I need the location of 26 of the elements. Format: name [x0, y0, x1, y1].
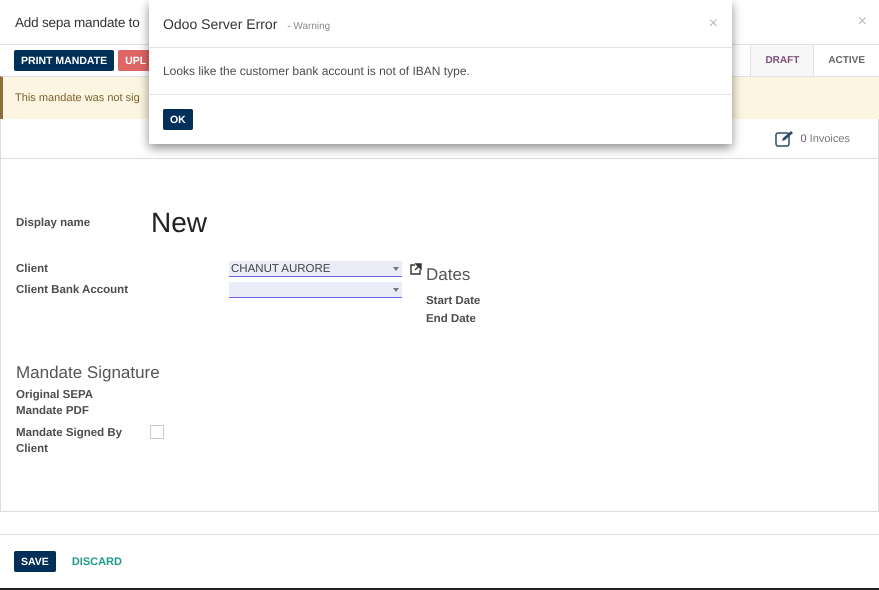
dialog-title: Odoo Server Error - Warning: [163, 16, 330, 32]
field-label: Original SEPA Mandate PDF: [16, 388, 94, 419]
checkbox[interactable]: [150, 425, 164, 439]
field-label: Client Bank Account: [16, 284, 130, 296]
discard-link[interactable]: DISCARD: [72, 556, 122, 568]
caret-icon: [393, 266, 399, 270]
field-label: Display name: [16, 217, 92, 229]
edit-icon: [775, 130, 794, 147]
field-label: Mandate Signed By Client: [16, 426, 124, 457]
field-label: Client: [16, 263, 49, 275]
print-button[interactable]: PRINT MANDATE: [14, 50, 114, 72]
invoices-button[interactable]: 0 Invoices: [769, 129, 856, 148]
field-label: End Date: [426, 313, 477, 325]
field-label: Start Date: [426, 295, 480, 307]
record-name: New: [151, 207, 208, 239]
ok-button[interactable]: OK: [163, 109, 193, 130]
save-button[interactable]: SAVE: [14, 551, 56, 572]
caret-icon: [393, 288, 399, 292]
section-title: Dates: [426, 265, 472, 285]
status-stage[interactable]: DRAFT: [750, 45, 814, 76]
window-title: Add sepa mandate to: [15, 14, 140, 30]
section-title: Mandate Signature: [16, 363, 161, 383]
select-field[interactable]: [229, 282, 402, 298]
external-link-icon[interactable]: [410, 263, 422, 275]
dialog-message: Looks like the customer bank account is not of IBAN type.: [149, 48, 732, 95]
select-field[interactable]: CHANUT AURORE: [229, 261, 402, 277]
